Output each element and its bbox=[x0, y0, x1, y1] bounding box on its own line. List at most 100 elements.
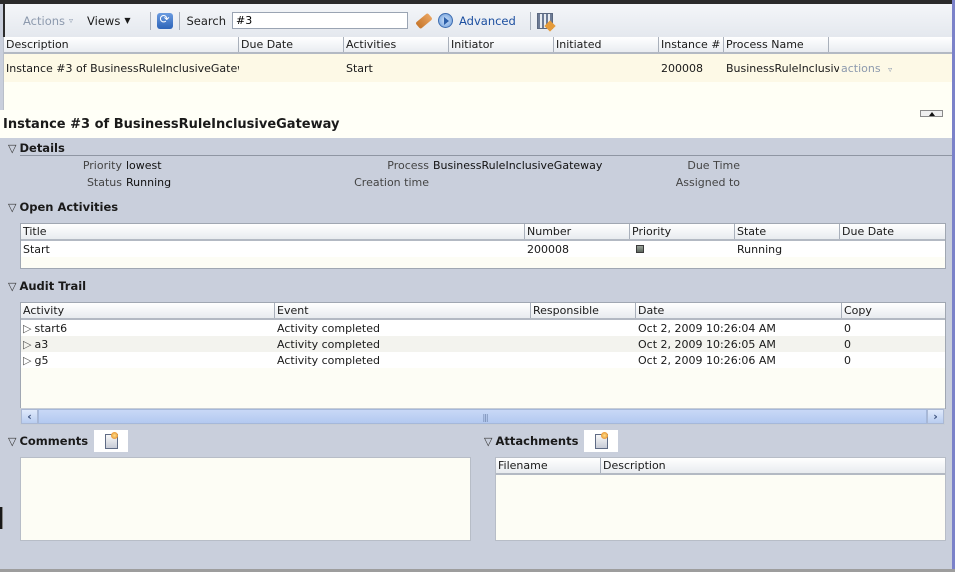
column-header-event[interactable]: Event bbox=[275, 303, 531, 318]
chevron-down-icon: ▼ bbox=[124, 16, 131, 25]
field-process-label: Process bbox=[387, 159, 429, 172]
go-icon[interactable] bbox=[438, 13, 453, 28]
priority-lowest-icon bbox=[636, 244, 644, 253]
add-attachment-icon[interactable] bbox=[584, 430, 619, 452]
field-process: Process BusinessRuleInclusiveGateway bbox=[340, 159, 602, 172]
chevron-down-icon: ▿ bbox=[888, 64, 893, 74]
column-header-instance-number[interactable]: Instance # bbox=[659, 37, 724, 52]
collapse-triangle-icon: ▽ bbox=[484, 434, 493, 448]
column-header-initiated[interactable]: Initiated bbox=[554, 37, 659, 52]
attachments-table: Filename Description bbox=[495, 457, 946, 541]
column-header-due-date[interactable]: Due Date bbox=[239, 37, 344, 52]
section-details-toggle[interactable]: ▽ Details bbox=[8, 141, 65, 155]
cell-event: Activity completed bbox=[277, 321, 380, 335]
table-row[interactable]: Instance #3 of BusinessRuleInclusiveGate… bbox=[4, 54, 952, 82]
table-row[interactable]: ▷ g5 Activity completed Oct 2, 2009 10:26… bbox=[21, 352, 945, 368]
cell-activities: Start bbox=[346, 61, 373, 75]
field-assigned-to-label: Assigned to bbox=[675, 176, 740, 189]
reset-eraser-icon[interactable] bbox=[415, 12, 433, 29]
field-priority-label: Priority bbox=[82, 159, 122, 172]
open-activities-header: Title Number Priority State Due Date bbox=[21, 224, 945, 241]
column-header-activity[interactable]: Activity bbox=[21, 303, 275, 318]
scrollbar-grip-icon: ||| bbox=[482, 413, 489, 422]
column-header-description[interactable]: Description bbox=[601, 458, 945, 473]
section-audit-trail-label: Audit Trail bbox=[19, 279, 87, 293]
column-header-title[interactable]: Title bbox=[21, 224, 525, 239]
column-header-process-name[interactable]: Process Name bbox=[724, 37, 829, 52]
field-due-time: Due Time bbox=[660, 159, 744, 172]
row-actions-menu[interactable]: actions ▿ bbox=[839, 62, 892, 75]
cell-activity-text: a3 bbox=[34, 337, 49, 351]
actions-menu-label: Actions bbox=[23, 13, 66, 28]
section-comments-label: Comments bbox=[19, 434, 89, 448]
cell-description: Instance #3 of BusinessRuleInclusiveGate… bbox=[6, 61, 239, 75]
instance-list-table: Description Due Date Activities Initiato… bbox=[3, 37, 952, 110]
column-header-responsible[interactable]: Responsible bbox=[531, 303, 636, 318]
open-activities-table: Title Number Priority State Due Date Sta… bbox=[20, 223, 946, 269]
expand-triangle-icon[interactable]: ▷ bbox=[23, 322, 31, 335]
section-audit-trail-toggle[interactable]: ▽ Audit Trail bbox=[8, 279, 86, 293]
cell-activity: ▷ g5 bbox=[21, 354, 275, 367]
comments-area[interactable] bbox=[20, 457, 471, 541]
search-input[interactable] bbox=[232, 12, 408, 29]
toolbar-separator bbox=[529, 11, 531, 30]
table-row[interactable]: ▷ start6 Activity completed Oct 2, 2009 1… bbox=[21, 320, 945, 336]
detach-icon[interactable] bbox=[536, 12, 553, 29]
cell-number: 200008 bbox=[527, 242, 569, 256]
attachments-header: Filename Description bbox=[496, 458, 945, 475]
cell-date: Oct 2, 2009 10:26:06 AM bbox=[638, 353, 776, 367]
column-header-due-date[interactable]: Due Date bbox=[840, 224, 945, 239]
section-divider bbox=[20, 155, 952, 156]
collapse-triangle-icon: ▽ bbox=[8, 434, 17, 448]
actions-menu[interactable]: Actions ▿ bbox=[23, 14, 73, 28]
column-header-description[interactable]: Description bbox=[4, 37, 239, 52]
section-open-activities-toggle[interactable]: ▽ Open Activities bbox=[8, 200, 118, 214]
splitter-handle[interactable] bbox=[0, 507, 3, 529]
column-header-initiator[interactable]: Initiator bbox=[449, 37, 554, 52]
field-assigned-to: Assigned to bbox=[660, 176, 744, 189]
column-header-copy[interactable]: Copy bbox=[842, 303, 945, 318]
field-process-value: BusinessRuleInclusiveGateway bbox=[433, 159, 603, 172]
section-attachments-toggle[interactable]: ▽ Attachments bbox=[484, 430, 619, 452]
detail-title: Instance #3 of BusinessRuleInclusiveGate… bbox=[3, 117, 340, 132]
expand-triangle-icon[interactable]: ▷ bbox=[23, 338, 31, 351]
audit-trail-table: Activity Event Responsible Date Copy ▷ st… bbox=[20, 302, 946, 409]
cell-event: Activity completed bbox=[277, 353, 380, 367]
cell-copy: 0 bbox=[844, 337, 851, 351]
audit-trail-header: Activity Event Responsible Date Copy bbox=[21, 303, 945, 320]
section-comments-toggle[interactable]: ▽ Comments bbox=[8, 430, 129, 452]
views-menu-label: Views bbox=[87, 13, 121, 28]
add-comment-icon[interactable] bbox=[94, 430, 129, 452]
cell-copy: 0 bbox=[844, 321, 851, 335]
section-open-activities-label: Open Activities bbox=[19, 200, 119, 214]
scroll-right-icon[interactable]: › bbox=[927, 409, 944, 424]
collapse-panel-button[interactable] bbox=[920, 110, 943, 117]
field-status: Status Running bbox=[60, 176, 171, 189]
column-header-number[interactable]: Number bbox=[525, 224, 630, 239]
scrollbar-thumb[interactable]: ||| bbox=[38, 409, 927, 424]
field-creation-time: Creation time bbox=[340, 176, 433, 189]
column-header-state[interactable]: State bbox=[735, 224, 840, 239]
cell-event: Activity completed bbox=[277, 337, 380, 351]
refresh-icon[interactable] bbox=[157, 12, 174, 29]
row-actions-label: actions bbox=[841, 61, 881, 75]
column-header-filename[interactable]: Filename bbox=[496, 458, 601, 473]
views-menu[interactable]: Views ▼ bbox=[87, 14, 130, 28]
cell-copy: 0 bbox=[844, 353, 851, 367]
field-status-value: Running bbox=[126, 176, 172, 189]
scroll-left-icon[interactable]: ‹ bbox=[21, 409, 38, 424]
collapse-triangle-icon: ▽ bbox=[8, 279, 17, 293]
expand-triangle-icon[interactable]: ▷ bbox=[23, 354, 31, 367]
table-row[interactable]: Start 200008 Running bbox=[21, 241, 945, 257]
audit-trail-horizontal-scrollbar[interactable]: ‹ ||| › bbox=[20, 408, 945, 425]
table-row[interactable]: ▷ a3 Activity completed Oct 2, 2009 10:26… bbox=[21, 336, 945, 352]
advanced-search-link[interactable]: Advanced bbox=[459, 14, 516, 28]
column-header-activities[interactable]: Activities bbox=[344, 37, 449, 52]
column-header-date[interactable]: Date bbox=[636, 303, 842, 318]
section-attachments-label: Attachments bbox=[495, 434, 579, 448]
instance-list-header: Description Due Date Activities Initiato… bbox=[4, 37, 952, 54]
cell-date: Oct 2, 2009 10:26:04 AM bbox=[638, 321, 776, 335]
toolbar-separator bbox=[179, 11, 181, 30]
column-header-priority[interactable]: Priority bbox=[630, 224, 735, 239]
instance-detail-panel: Instance #3 of BusinessRuleInclusiveGate… bbox=[0, 110, 952, 570]
